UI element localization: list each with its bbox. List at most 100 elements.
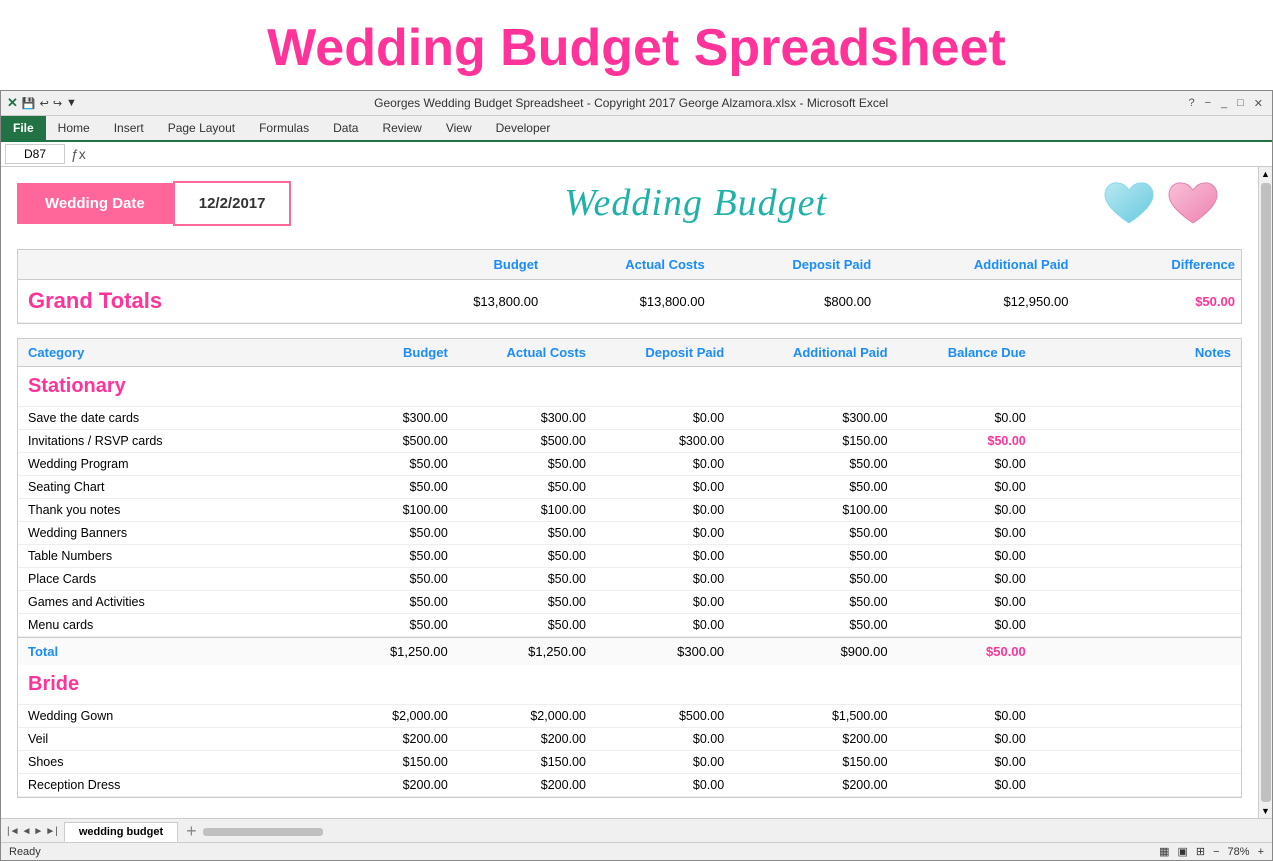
item-actual: $300.00 bbox=[454, 407, 592, 429]
item-actual: $50.00 bbox=[454, 591, 592, 613]
ribbon-toggle-icon[interactable]: − bbox=[1202, 97, 1214, 110]
tab-file[interactable]: File bbox=[1, 116, 46, 140]
item-additional: $50.00 bbox=[730, 568, 893, 590]
status-zoom-level: 78% bbox=[1228, 846, 1250, 858]
item-actual: $50.00 bbox=[454, 453, 592, 475]
item-notes bbox=[1032, 614, 1241, 636]
sheet-scroll-first[interactable]: |◄ bbox=[7, 826, 20, 837]
formula-input[interactable] bbox=[92, 145, 1268, 163]
tab-insert[interactable]: Insert bbox=[102, 116, 156, 140]
quick-redo-icon[interactable]: ↪ bbox=[53, 97, 62, 110]
item-notes bbox=[1032, 407, 1241, 429]
item-deposit: $300.00 bbox=[592, 430, 730, 452]
sheet-scroll-prev[interactable]: ◄ bbox=[22, 826, 32, 837]
gt-header-deposit: Deposit Paid bbox=[711, 250, 877, 279]
status-view-normal-icon[interactable]: ▦ bbox=[1159, 845, 1169, 858]
item-name: Seating Chart bbox=[18, 476, 316, 498]
item-name: Veil bbox=[18, 728, 316, 750]
cell-reference-box[interactable] bbox=[5, 144, 65, 164]
item-actual: $50.00 bbox=[454, 614, 592, 636]
item-notes bbox=[1032, 476, 1241, 498]
sheet-tab-wedding-budget[interactable]: wedding budget bbox=[64, 822, 178, 842]
add-sheet-button[interactable]: + bbox=[186, 821, 197, 842]
item-additional: $50.00 bbox=[730, 522, 893, 544]
tab-page-layout[interactable]: Page Layout bbox=[156, 116, 247, 140]
table-row: Menu cards $50.00 $50.00 $0.00 $50.00 $0… bbox=[18, 614, 1241, 637]
quick-save-icon[interactable]: 💾 bbox=[22, 97, 36, 110]
grand-totals-data: Grand Totals $13,800.00 $13,800.00 $800.… bbox=[18, 280, 1241, 323]
sheet-content: Wedding Date 12/2/2017 Wedding Budget bbox=[1, 167, 1258, 818]
item-actual: $50.00 bbox=[454, 545, 592, 567]
item-deposit: $0.00 bbox=[592, 407, 730, 429]
maximize-button[interactable]: □ bbox=[1234, 97, 1247, 110]
status-zoom-in-button[interactable]: + bbox=[1258, 846, 1264, 858]
item-balance: $50.00 bbox=[894, 430, 1032, 452]
item-balance: $0.00 bbox=[894, 591, 1032, 613]
h-scroll-thumb[interactable] bbox=[203, 828, 323, 836]
sheet-scroll-last[interactable]: ►| bbox=[45, 826, 58, 837]
horizontal-scrollbar[interactable] bbox=[197, 828, 1266, 836]
item-name: Menu cards bbox=[18, 614, 316, 636]
item-additional: $150.00 bbox=[730, 751, 893, 773]
item-additional: $200.00 bbox=[730, 728, 893, 750]
table-row: Thank you notes $100.00 $100.00 $0.00 $1… bbox=[18, 499, 1241, 522]
item-notes bbox=[1032, 751, 1241, 773]
wedding-budget-title: Wedding Budget bbox=[291, 181, 1100, 225]
vertical-scrollbar[interactable]: ▲ ▼ bbox=[1258, 167, 1272, 818]
ribbon-tabs: File Home Insert Page Layout Formulas Da… bbox=[1, 116, 1272, 142]
grand-totals-section: Budget Actual Costs Deposit Paid Additio… bbox=[17, 249, 1242, 324]
cat-header-additional: Additional Paid bbox=[730, 339, 893, 366]
category-table: Category Budget Actual Costs Deposit Pai… bbox=[17, 338, 1242, 798]
total-actual: $1,250.00 bbox=[454, 638, 592, 665]
item-notes bbox=[1032, 453, 1241, 475]
item-name: Invitations / RSVP cards bbox=[18, 430, 316, 452]
table-row: Games and Activities $50.00 $50.00 $0.00… bbox=[18, 591, 1241, 614]
scroll-up-button[interactable]: ▲ bbox=[1259, 167, 1272, 181]
item-budget: $300.00 bbox=[316, 407, 454, 429]
table-row: Wedding Gown $2,000.00 $2,000.00 $500.00… bbox=[18, 705, 1241, 728]
item-name: Save the date cards bbox=[18, 407, 316, 429]
quick-customize-icon[interactable]: ▼ bbox=[66, 97, 77, 109]
cat-header-notes: Notes bbox=[1032, 339, 1241, 366]
tab-review[interactable]: Review bbox=[370, 116, 433, 140]
total-notes bbox=[1032, 638, 1241, 665]
gt-header-actual: Actual Costs bbox=[544, 250, 710, 279]
item-balance: $0.00 bbox=[894, 499, 1032, 521]
sheet-scroll-next[interactable]: ► bbox=[33, 826, 43, 837]
item-deposit: $0.00 bbox=[592, 614, 730, 636]
status-zoom-out-button[interactable]: − bbox=[1213, 846, 1219, 858]
tab-formulas[interactable]: Formulas bbox=[247, 116, 321, 140]
wedding-date-label: Wedding Date bbox=[17, 183, 173, 224]
heart-icon-1 bbox=[1100, 177, 1158, 229]
item-name: Games and Activities bbox=[18, 591, 316, 613]
item-budget: $200.00 bbox=[316, 728, 454, 750]
tab-data[interactable]: Data bbox=[321, 116, 370, 140]
item-name: Reception Dress bbox=[18, 774, 316, 796]
item-deposit: $0.00 bbox=[592, 499, 730, 521]
table-row: Veil $200.00 $200.00 $0.00 $200.00 $0.00 bbox=[18, 728, 1241, 751]
total-budget: $1,250.00 bbox=[316, 638, 454, 665]
gt-additional-value: $12,950.00 bbox=[877, 286, 1074, 317]
window-title: Georges Wedding Budget Spreadsheet - Cop… bbox=[77, 96, 1186, 110]
item-name: Wedding Gown bbox=[18, 705, 316, 727]
item-actual: $200.00 bbox=[454, 728, 592, 750]
tab-view[interactable]: View bbox=[434, 116, 484, 140]
item-budget: $50.00 bbox=[316, 522, 454, 544]
tab-developer[interactable]: Developer bbox=[484, 116, 563, 140]
quick-undo-icon[interactable]: ↩ bbox=[40, 97, 49, 110]
item-balance: $0.00 bbox=[894, 568, 1032, 590]
status-view-break-icon[interactable]: ⊞ bbox=[1196, 845, 1205, 858]
minimize-button[interactable]: _ bbox=[1218, 97, 1230, 110]
help-icon[interactable]: ? bbox=[1185, 97, 1197, 110]
scroll-down-button[interactable]: ▼ bbox=[1259, 804, 1272, 818]
item-deposit: $0.00 bbox=[592, 751, 730, 773]
close-button[interactable]: ✕ bbox=[1251, 97, 1266, 110]
scroll-thumb[interactable] bbox=[1261, 183, 1271, 802]
item-notes bbox=[1032, 545, 1241, 567]
table-row: Wedding Banners $50.00 $50.00 $0.00 $50.… bbox=[18, 522, 1241, 545]
status-left: Ready bbox=[9, 846, 41, 858]
tab-home[interactable]: Home bbox=[46, 116, 102, 140]
spreadsheet-wrapper: Wedding Date 12/2/2017 Wedding Budget bbox=[1, 167, 1272, 818]
category-header-row: Category Budget Actual Costs Deposit Pai… bbox=[18, 339, 1241, 367]
status-view-page-icon[interactable]: ▣ bbox=[1177, 845, 1187, 858]
